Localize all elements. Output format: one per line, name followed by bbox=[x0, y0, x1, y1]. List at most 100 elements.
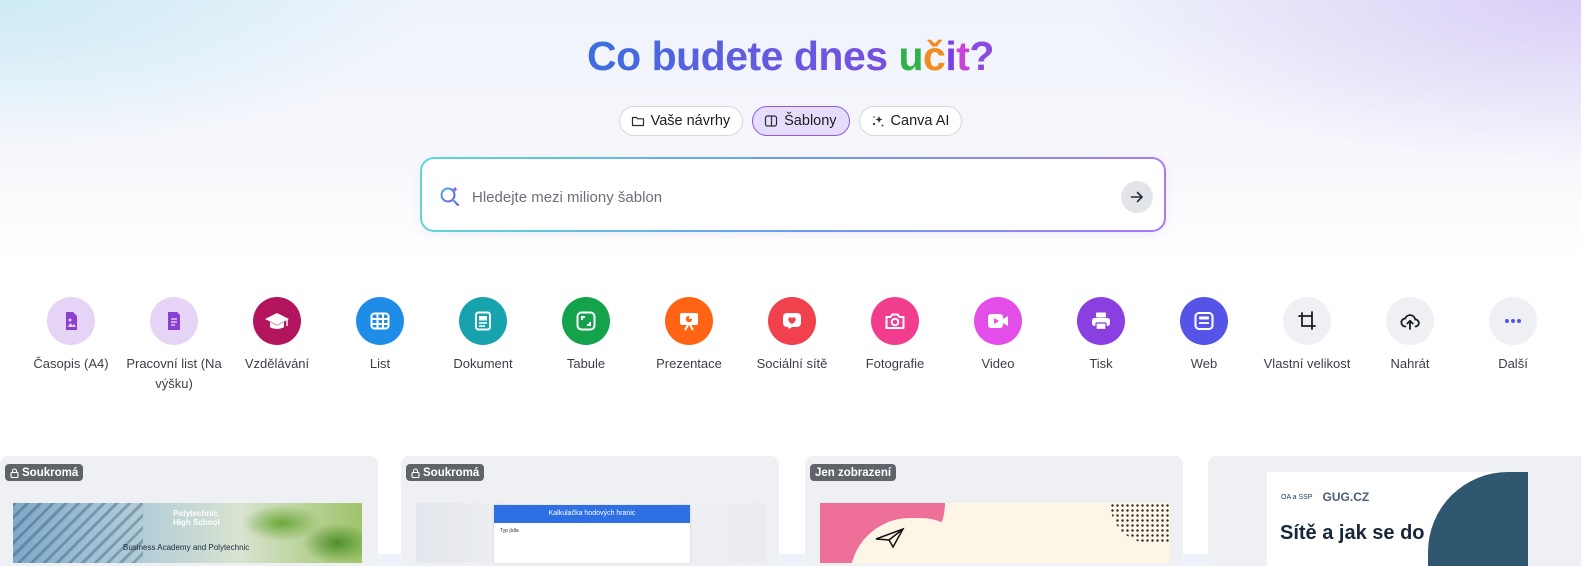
category-magazine[interactable]: Časopis (A4) bbox=[19, 297, 123, 374]
tab-label: Šablony bbox=[784, 113, 837, 129]
template-card[interactable]: Jen zobrazení bbox=[805, 456, 1183, 566]
camera-icon bbox=[871, 297, 919, 345]
folder-icon bbox=[631, 114, 645, 128]
thumbnail-leaves bbox=[242, 503, 362, 563]
category-photo[interactable]: Fotografie bbox=[843, 297, 947, 374]
thumbnail-text: High School bbox=[173, 518, 220, 527]
category-label: Tisk bbox=[1089, 356, 1113, 371]
template-thumbnail bbox=[820, 503, 1170, 563]
category-label: Tabule bbox=[566, 356, 606, 371]
lock-icon bbox=[411, 467, 420, 478]
custom-size-icon bbox=[1283, 297, 1331, 345]
category-video[interactable]: Video bbox=[946, 297, 1050, 374]
presentation-icon bbox=[665, 297, 713, 345]
template-card[interactable]: Soukromá Kalkulačka hodových hranic Typ … bbox=[401, 456, 779, 566]
thumbnail-logos: OA a SSP GUG.CZ bbox=[1281, 490, 1369, 504]
thumbnail-dots bbox=[1110, 503, 1170, 543]
tab-your-designs[interactable]: Vaše návrhy bbox=[618, 106, 744, 136]
visibility-badge: Soukromá bbox=[5, 464, 84, 481]
heart-icon bbox=[768, 297, 816, 345]
title-letter: u bbox=[898, 33, 924, 79]
category-whiteboard[interactable]: Tabule bbox=[534, 297, 638, 374]
template-icon bbox=[764, 114, 778, 128]
category-label: Další bbox=[1498, 356, 1528, 371]
category-label: Fotografie bbox=[865, 356, 925, 371]
category-label: Pracovní list (Na výšku) bbox=[126, 356, 222, 391]
thumbnail-text: OA a SSP bbox=[1281, 493, 1313, 501]
worksheet-icon bbox=[150, 297, 198, 345]
thumbnail-decoration bbox=[13, 503, 143, 563]
category-label: Web bbox=[1190, 356, 1218, 371]
magic-search-icon bbox=[439, 185, 461, 207]
title-letter: č bbox=[923, 33, 946, 79]
search-box-inner bbox=[422, 159, 1164, 230]
title-main: Co budete dnes bbox=[587, 33, 899, 79]
arrow-right-icon bbox=[1129, 189, 1145, 205]
lock-icon bbox=[10, 467, 19, 478]
category-upload[interactable]: Nahrát bbox=[1358, 297, 1462, 374]
thumbnail-logo-text: Polytechnic High School bbox=[173, 509, 220, 527]
template-card[interactable]: Soukromá Polytechnic High School Busines… bbox=[0, 456, 378, 566]
thumbnail-text: Typ jídla bbox=[500, 528, 519, 534]
printer-icon bbox=[1077, 297, 1125, 345]
template-thumbnail: Kalkulačka hodových hranic Typ jídla bbox=[416, 503, 766, 563]
category-label: Nahrát bbox=[1390, 356, 1430, 371]
tab-label: Vaše návrhy bbox=[650, 113, 731, 129]
category-social-media[interactable]: Sociální sítě bbox=[740, 297, 844, 374]
document-icon bbox=[459, 297, 507, 345]
sparkle-icon bbox=[871, 114, 885, 128]
mode-tabs: Vaše návrhy Šablony Canva AI bbox=[0, 106, 1581, 136]
category-label: List bbox=[369, 356, 391, 371]
graduation-cap-icon bbox=[253, 297, 301, 345]
visibility-badge: Jen zobrazení bbox=[810, 464, 897, 481]
template-cards: Soukromá Polytechnic High School Busines… bbox=[0, 456, 1581, 566]
tab-canva-ai[interactable]: Canva AI bbox=[858, 106, 963, 136]
thumbnail-header: Kalkulačka hodových hranic bbox=[494, 505, 690, 523]
video-icon bbox=[974, 297, 1022, 345]
search-input[interactable] bbox=[470, 181, 1114, 213]
thumbnail-accent bbox=[1428, 472, 1528, 566]
category-sheet[interactable]: List bbox=[328, 297, 432, 374]
paper-plane-icon bbox=[875, 527, 905, 554]
title-letter: t bbox=[956, 33, 970, 79]
web-icon bbox=[1180, 297, 1228, 345]
magazine-icon bbox=[47, 297, 95, 345]
page-title: Co budete dnes učit? bbox=[0, 30, 1581, 82]
category-education[interactable]: Vzdělávání bbox=[225, 297, 329, 374]
upload-cloud-icon bbox=[1386, 297, 1434, 345]
title-question-mark: ? bbox=[969, 33, 994, 79]
category-label: Vzdělávání bbox=[244, 356, 310, 371]
template-thumbnail: Polytechnic High School Business Academy… bbox=[13, 503, 362, 563]
category-document[interactable]: Dokument bbox=[431, 297, 535, 374]
category-label: Vlastní velikost bbox=[1263, 356, 1351, 371]
category-label: Video bbox=[981, 356, 1015, 371]
sheet-icon bbox=[356, 297, 404, 345]
template-card[interactable]: OA a SSP GUG.CZ Sítě a jak se do bbox=[1208, 456, 1581, 566]
category-custom-size[interactable]: Vlastní velikost bbox=[1255, 297, 1359, 374]
category-web[interactable]: Web bbox=[1152, 297, 1256, 374]
badge-label: Soukromá bbox=[423, 466, 480, 479]
category-presentation[interactable]: Prezentace bbox=[637, 297, 741, 374]
category-print[interactable]: Tisk bbox=[1049, 297, 1153, 374]
more-icon bbox=[1489, 297, 1537, 345]
category-label: Sociální sítě bbox=[756, 356, 828, 371]
thumbnail-subtitle: Business Academy and Polytechnic bbox=[123, 543, 250, 552]
tab-templates[interactable]: Šablony bbox=[752, 106, 850, 136]
category-label: Prezentace bbox=[656, 356, 722, 371]
search-box bbox=[420, 157, 1166, 232]
thumbnail-document: Kalkulačka hodových hranic Typ jídla bbox=[494, 505, 690, 563]
badge-label: Jen zobrazení bbox=[815, 466, 892, 479]
thumbnail-text: GUG.CZ bbox=[1322, 490, 1370, 504]
category-more[interactable]: Další bbox=[1461, 297, 1565, 374]
thumbnail-text: Polytechnic bbox=[173, 509, 218, 518]
title-letter: i bbox=[945, 33, 957, 79]
visibility-badge: Soukromá bbox=[406, 464, 485, 481]
category-worksheet[interactable]: Pracovní list (Na výšku) bbox=[122, 297, 226, 394]
search-submit-button[interactable] bbox=[1121, 181, 1153, 213]
thumbnail-heading: Sítě a jak se do bbox=[1280, 522, 1425, 544]
tab-label: Canva AI bbox=[890, 113, 950, 129]
category-label: Dokument bbox=[453, 356, 513, 371]
badge-label: Soukromá bbox=[22, 466, 79, 479]
whiteboard-icon bbox=[562, 297, 610, 345]
template-thumbnail: OA a SSP GUG.CZ Sítě a jak se do bbox=[1267, 472, 1528, 566]
